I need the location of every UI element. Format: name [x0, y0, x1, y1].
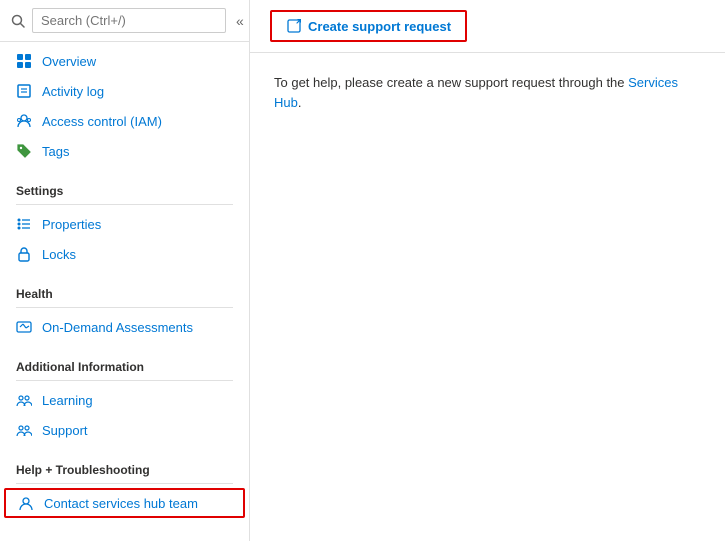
additional-divider: [16, 380, 233, 381]
sidebar-item-overview[interactable]: Overview: [0, 46, 249, 76]
search-bar: «: [0, 0, 249, 42]
additional-section-label: Additional Information: [0, 350, 249, 378]
sidebar-item-label: Learning: [42, 393, 93, 408]
help-divider: [16, 483, 233, 484]
sidebar: « Overview Activity log Access control (…: [0, 0, 250, 541]
overview-icon: [16, 53, 32, 69]
settings-section: Settings Properties Locks: [0, 170, 249, 273]
search-icon: [10, 13, 26, 29]
additional-info-section: Additional Information Learning Support: [0, 346, 249, 449]
sidebar-item-support[interactable]: Support: [0, 415, 249, 445]
create-support-label: Create support request: [308, 19, 451, 34]
collapse-button[interactable]: «: [232, 11, 248, 31]
learning-icon: [16, 392, 32, 408]
support-icon: [16, 422, 32, 438]
main-nav: Overview Activity log Access control (IA…: [0, 42, 249, 170]
create-support-button[interactable]: Create support request: [270, 10, 467, 42]
help-section: Help + Troubleshooting Contact services …: [0, 449, 249, 524]
sidebar-item-label: Tags: [42, 144, 69, 159]
sidebar-item-label: Overview: [42, 54, 96, 69]
sidebar-item-contact-hub[interactable]: Contact services hub team: [4, 488, 245, 518]
assess-icon: [16, 319, 32, 335]
lock-icon: [16, 246, 32, 262]
sidebar-item-label: Properties: [42, 217, 101, 232]
access-icon: [16, 113, 32, 129]
main-header: Create support request: [250, 0, 725, 53]
sidebar-item-label: Locks: [42, 247, 76, 262]
main-content: Create support request To get help, plea…: [250, 0, 725, 541]
health-divider: [16, 307, 233, 308]
health-section: Health On-Demand Assessments: [0, 273, 249, 346]
sidebar-item-tags[interactable]: Tags: [0, 136, 249, 166]
sidebar-item-properties[interactable]: Properties: [0, 209, 249, 239]
help-section-label: Help + Troubleshooting: [0, 453, 249, 481]
help-text-prefix: To get help, please create a new support…: [274, 75, 628, 90]
sidebar-item-locks[interactable]: Locks: [0, 239, 249, 269]
health-section-label: Health: [0, 277, 249, 305]
settings-divider: [16, 204, 233, 205]
sidebar-item-label: On-Demand Assessments: [42, 320, 193, 335]
sidebar-item-label: Access control (IAM): [42, 114, 162, 129]
create-support-icon: [286, 18, 302, 34]
sidebar-item-label: Activity log: [42, 84, 104, 99]
sidebar-item-activity-log[interactable]: Activity log: [0, 76, 249, 106]
sidebar-item-access-control[interactable]: Access control (IAM): [0, 106, 249, 136]
main-body: To get help, please create a new support…: [250, 53, 725, 541]
settings-section-label: Settings: [0, 174, 249, 202]
tags-icon: [16, 143, 32, 159]
sidebar-item-on-demand[interactable]: On-Demand Assessments: [0, 312, 249, 342]
contact-icon: [18, 495, 34, 511]
sidebar-item-learning[interactable]: Learning: [0, 385, 249, 415]
search-input[interactable]: [32, 8, 226, 33]
sidebar-item-label: Support: [42, 423, 88, 438]
help-text: To get help, please create a new support…: [274, 73, 701, 112]
sidebar-item-label: Contact services hub team: [44, 496, 198, 511]
activity-icon: [16, 83, 32, 99]
properties-icon: [16, 216, 32, 232]
help-text-suffix: .: [298, 95, 302, 110]
